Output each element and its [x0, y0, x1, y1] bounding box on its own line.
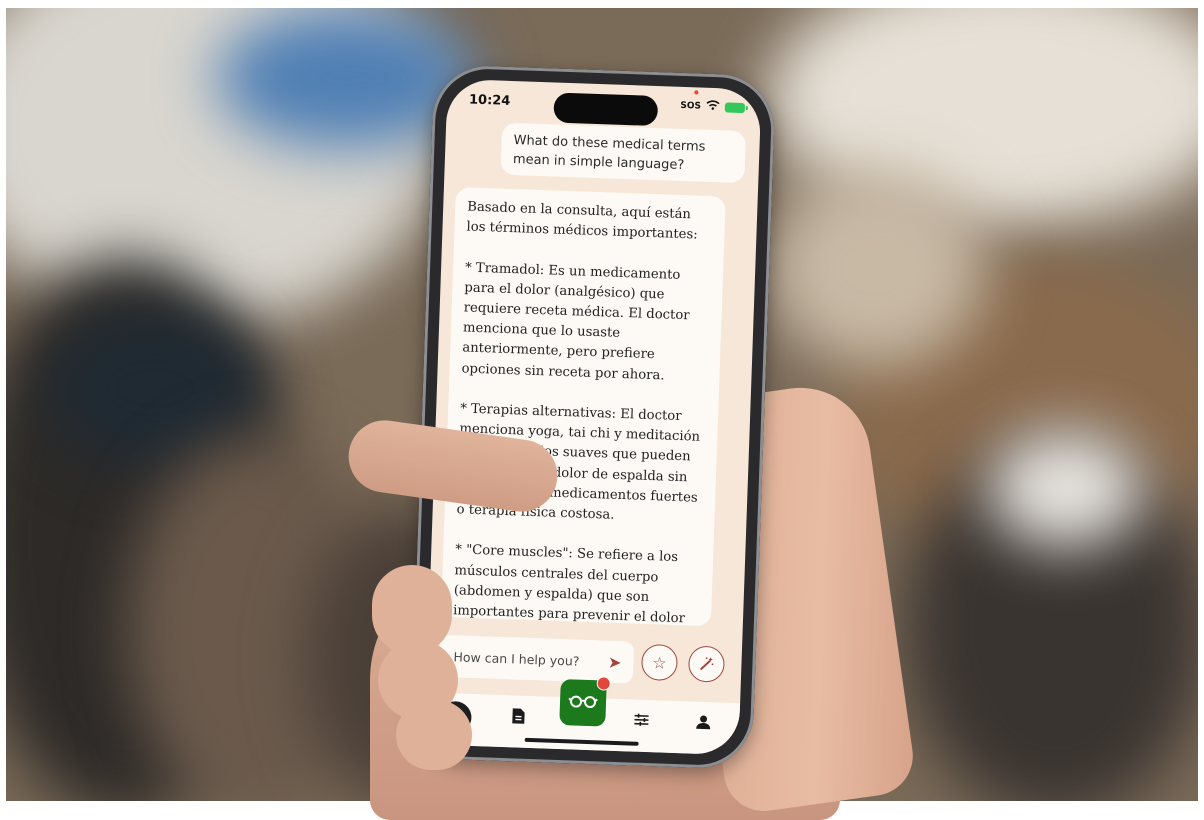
sliders-icon: [633, 712, 650, 729]
phone-device: 10:24 SOS What do these medical terms me…: [410, 64, 776, 770]
hand-finger: [396, 700, 472, 770]
favorite-button[interactable]: ☆: [641, 644, 678, 681]
glasses-icon: [568, 692, 599, 713]
nav-settings-button[interactable]: [633, 712, 650, 734]
message-input[interactable]: [451, 648, 596, 670]
center-glasses-button[interactable]: [559, 679, 607, 727]
home-indicator: [525, 738, 639, 746]
nav-profile-button[interactable]: [695, 714, 712, 736]
dynamic-island: [553, 92, 658, 126]
user-message-bubble: What do these medical terms mean in simp…: [500, 123, 746, 183]
assistant-message-bubble: Basado en la consulta, aquí están los té…: [441, 187, 726, 626]
nav-document-button[interactable]: [511, 707, 526, 729]
document-icon: [511, 707, 526, 724]
status-time: 10:24: [469, 92, 511, 108]
magic-wand-icon: [698, 656, 715, 673]
recording-dot: [694, 90, 698, 94]
bottom-navigation: [424, 692, 740, 755]
battery-charging-icon: [725, 102, 745, 113]
star-icon: ☆: [652, 653, 667, 672]
send-icon[interactable]: ➤: [608, 652, 622, 671]
sos-label: SOS: [680, 100, 701, 111]
magic-button[interactable]: [688, 645, 725, 682]
status-icons: SOS: [680, 99, 745, 114]
wifi-icon: [706, 100, 720, 113]
phone-screen: 10:24 SOS What do these medical terms me…: [424, 79, 761, 756]
notification-badge: [596, 676, 610, 690]
profile-icon: [695, 714, 712, 731]
